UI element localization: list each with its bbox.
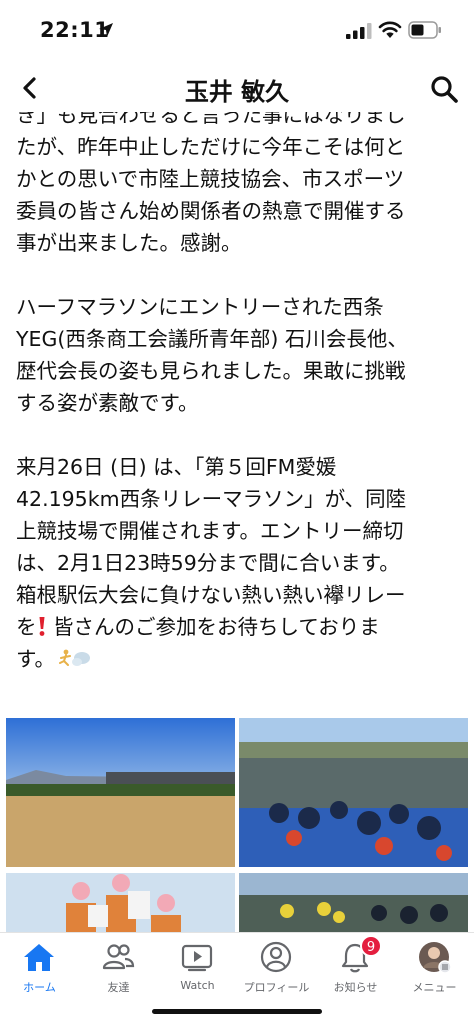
home-indicator — [152, 1009, 322, 1014]
post-body: き」も見合わせると言った事にはなりまし たが、昨年中止しただけに今年こそは何と … — [16, 112, 464, 710]
tab-profile[interactable]: プロフィール — [237, 933, 316, 1003]
post-text-segment: 皆さんのご参加をお待ちしておりま — [46, 615, 380, 639]
post-line: 42.195km西条リレーマラソン」が、同陸 — [16, 487, 407, 511]
friends-icon — [102, 944, 135, 970]
status-bar: 22:11 — [0, 0, 474, 62]
post-line: 上競技場で開催されます。エントリー締切 — [16, 519, 404, 543]
post-line: 箱根駅伝大会に負けない熱い熱い襷リレー — [16, 583, 406, 607]
tab-notifications[interactable]: 9 お知らせ — [316, 933, 395, 1003]
post-line: たが、昨年中止しただけに今年こそは何と — [16, 135, 406, 159]
red-exclamation-icon — [39, 617, 44, 636]
post-line: す。 — [16, 643, 464, 675]
post-line: する姿が素敵です。 — [16, 391, 199, 415]
tab-friends[interactable]: 友達 — [79, 933, 158, 1003]
tab-label: Watch — [180, 979, 215, 992]
notification-count-badge: 9 — [360, 935, 382, 957]
tab-label: メニュー — [412, 981, 457, 994]
runners-track-photo[interactable] — [239, 873, 468, 932]
tab-label: 友達 — [107, 981, 130, 994]
tab-label: プロフィール — [243, 981, 310, 994]
post-line: 来月26日 (日) は、「第５回FM愛媛 — [16, 455, 337, 479]
location-arrow-icon — [99, 23, 113, 37]
wifi-icon — [378, 21, 402, 38]
battery-icon — [408, 21, 441, 39]
cellular-signal-icon — [346, 23, 372, 39]
post-line: は、2月1日23時59分まで間に合います。 — [16, 551, 400, 575]
page-header: 玉井 敏久 — [0, 62, 474, 114]
home-icon — [24, 944, 54, 971]
post-line: 委員の皆さん始め関係者の熱意で開催する — [16, 199, 406, 223]
post-line: を 皆さんのご参加をお待ちしておりま — [16, 611, 464, 643]
tab-label: ホーム — [23, 981, 56, 994]
tab-home[interactable]: ホーム — [0, 933, 79, 1003]
page-title: 玉井 敏久 — [184, 78, 290, 106]
post-line: き」も見合わせると言った事にはなりまし — [16, 112, 406, 127]
post-line: 歴代会長の姿も見られました。果敢に挑戦 — [16, 359, 406, 383]
runner-dash-emoji-icon — [58, 649, 90, 666]
post-line: 事が出来ました。感謝。 — [16, 231, 242, 255]
post-line: かとの思いで市陸上競技協会、市スポーツ — [16, 167, 405, 191]
tab-menu[interactable]: メニュー — [395, 933, 474, 1003]
post-text-segment: す。 — [16, 647, 55, 671]
profile-icon — [260, 941, 292, 973]
post-line: YEG(西条商工会議所青年部) 石川会長他、 — [16, 327, 408, 351]
search-button[interactable] — [428, 73, 460, 105]
volunteers-photo[interactable] — [6, 873, 235, 932]
tab-watch[interactable]: Watch — [158, 933, 237, 1003]
runners-start-line-photo[interactable] — [239, 718, 468, 867]
search-icon — [431, 76, 458, 103]
post-line: ハーフマラソンにエントリーされた西条 — [16, 295, 384, 319]
stadium-field-photo[interactable] — [6, 718, 235, 867]
tab-label: お知らせ — [333, 981, 378, 994]
watch-icon — [181, 944, 213, 972]
menu-avatar-icon — [419, 942, 451, 973]
post-text-segment: を — [16, 615, 37, 639]
